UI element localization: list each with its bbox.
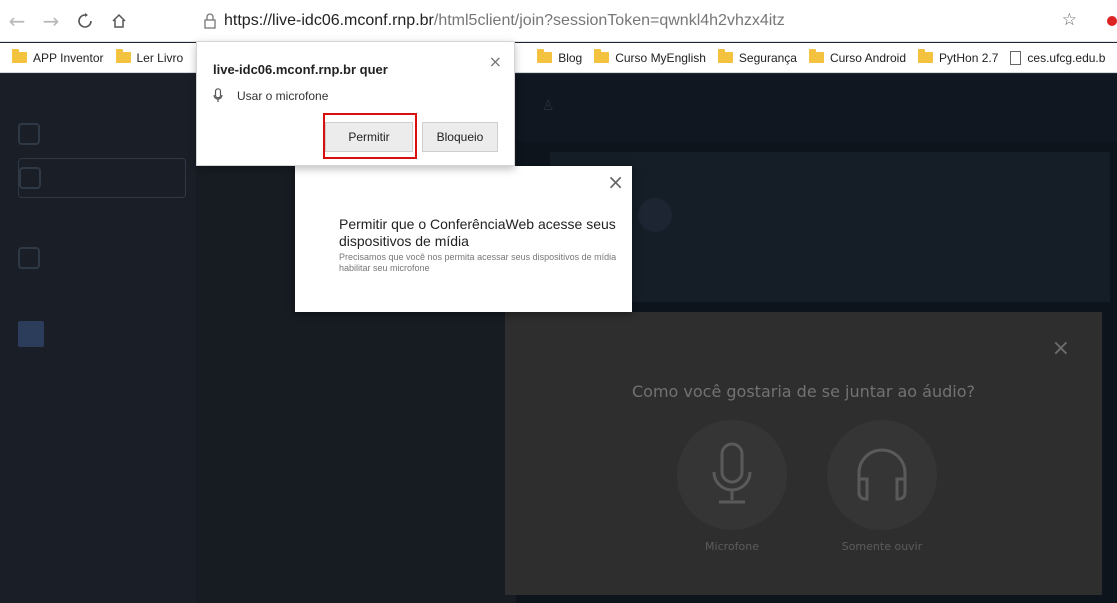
bookmark-seguran-a[interactable]: Segurança — [717, 49, 797, 65]
video-area — [550, 152, 1110, 302]
listen-only-button[interactable]: Somente ouvir — [827, 420, 937, 553]
sidebar-item[interactable] — [18, 238, 186, 278]
home-button[interactable] — [102, 5, 136, 37]
headphones-icon — [857, 448, 907, 501]
bookmark-label: PytHon 2.7 — [939, 50, 999, 65]
messages-icon — [18, 123, 40, 145]
folder-icon — [594, 49, 610, 63]
bookmark-label: Blog — [558, 50, 583, 65]
bookmark-curso-android[interactable]: Curso Android — [808, 49, 907, 65]
folder-icon — [115, 49, 131, 63]
media-permission-dialog: × Permitir que o ConferênciaWeb acesse s… — [295, 166, 632, 312]
close-icon[interactable]: × — [1052, 336, 1070, 361]
refresh-button[interactable] — [68, 5, 102, 37]
home-icon — [112, 13, 126, 28]
bookmark-label: Ler Livro — [136, 50, 184, 65]
bookmark-label: APP Inventor — [33, 50, 104, 65]
favorite-star-icon[interactable]: ☆ — [1062, 10, 1077, 30]
bookmark-blog[interactable]: Blog — [537, 49, 583, 65]
bookmark-ces-ufcg-edu-b[interactable]: ces.ufcg.edu.b — [1010, 50, 1106, 65]
conference-app: ♙ × Como você gostaria de se juntar ao á… — [0, 74, 1117, 603]
microphone-icon — [213, 88, 223, 102]
user-list-item[interactable] — [18, 314, 186, 354]
back-button[interactable]: ← — [0, 5, 34, 37]
bookmark-label: Segurança — [738, 50, 797, 65]
bookmark-label: ces.ufcg.edu.b — [1027, 50, 1106, 65]
close-icon[interactable]: × — [607, 170, 624, 194]
microphone-icon — [712, 442, 752, 504]
block-button[interactable]: Bloqueio — [422, 122, 498, 152]
bookmark-curso-myenglish[interactable]: Curso MyEnglish — [594, 49, 706, 65]
listen-only-label: Somente ouvir — [841, 540, 923, 553]
permission-title: live-idc06.mconf.rnp.br quer — [213, 62, 388, 77]
permission-request-label: Usar o microfone — [237, 88, 329, 103]
page-icon — [1010, 50, 1022, 65]
document-icon — [18, 247, 40, 269]
microphone-button[interactable]: Microfone — [677, 420, 787, 553]
media-dialog-title: Permitir que o ConferênciaWeb acesse seu… — [339, 216, 616, 249]
sidebar-item-selected[interactable] — [18, 158, 186, 198]
browser-permission-popup: live-idc06.mconf.rnp.br quer × Usar o mi… — [196, 41, 515, 166]
address-bar[interactable]: https://live-idc06.mconf.rnp.br/html5cli… — [196, 6, 1096, 36]
lock-icon — [196, 13, 224, 29]
folder-icon — [717, 49, 733, 63]
main-topbar: ♙ — [516, 74, 1117, 142]
sidebar-item[interactable] — [18, 114, 186, 154]
highlight-box — [323, 113, 417, 159]
folder-icon — [12, 49, 27, 63]
media-dialog-description: Precisamos que você nos permita acessar … — [339, 252, 617, 273]
bookmark-ler-livro[interactable]: Ler Livro — [115, 49, 184, 65]
bookmarks-bar: APP Inventor Ler Livro Blog Curso MyEnglish… — [0, 43, 1117, 73]
bookmark-app-inventor[interactable]: APP Inventor — [12, 49, 104, 65]
folder-icon — [808, 49, 824, 63]
folder-icon — [918, 49, 934, 63]
bookmark-label: Curso MyEnglish — [615, 50, 706, 65]
url-host: https://live-idc06.mconf.rnp.br — [224, 12, 434, 29]
bookmark-python-2-7[interactable]: PytHon 2.7 — [918, 49, 999, 65]
webcam-icon — [638, 198, 672, 232]
join-audio-modal: × Como você gostaria de se juntar ao áud… — [505, 312, 1102, 595]
forward-button[interactable]: → — [34, 5, 68, 37]
avatar — [18, 321, 44, 347]
browser-toolbar: ← → https://live-idc06.mconf.rnp.br/html… — [0, 0, 1117, 42]
microphone-label: Microfone — [705, 540, 759, 553]
close-icon[interactable]: × — [489, 52, 502, 71]
sidebar — [0, 74, 196, 603]
notes-icon — [19, 167, 41, 189]
bookmark-label: Curso Android — [829, 50, 907, 65]
url-path: /html5client/join?sessionToken=qwnkl4h2v… — [433, 12, 785, 29]
folder-icon — [537, 49, 553, 63]
recording-indicator-icon — [1107, 16, 1117, 26]
audio-modal-title: Como você gostaria de se juntar ao áudio… — [631, 382, 975, 401]
permission-request: Usar o microfone — [213, 88, 328, 103]
users-icon[interactable]: ♙ — [542, 98, 555, 114]
refresh-icon — [78, 12, 92, 28]
